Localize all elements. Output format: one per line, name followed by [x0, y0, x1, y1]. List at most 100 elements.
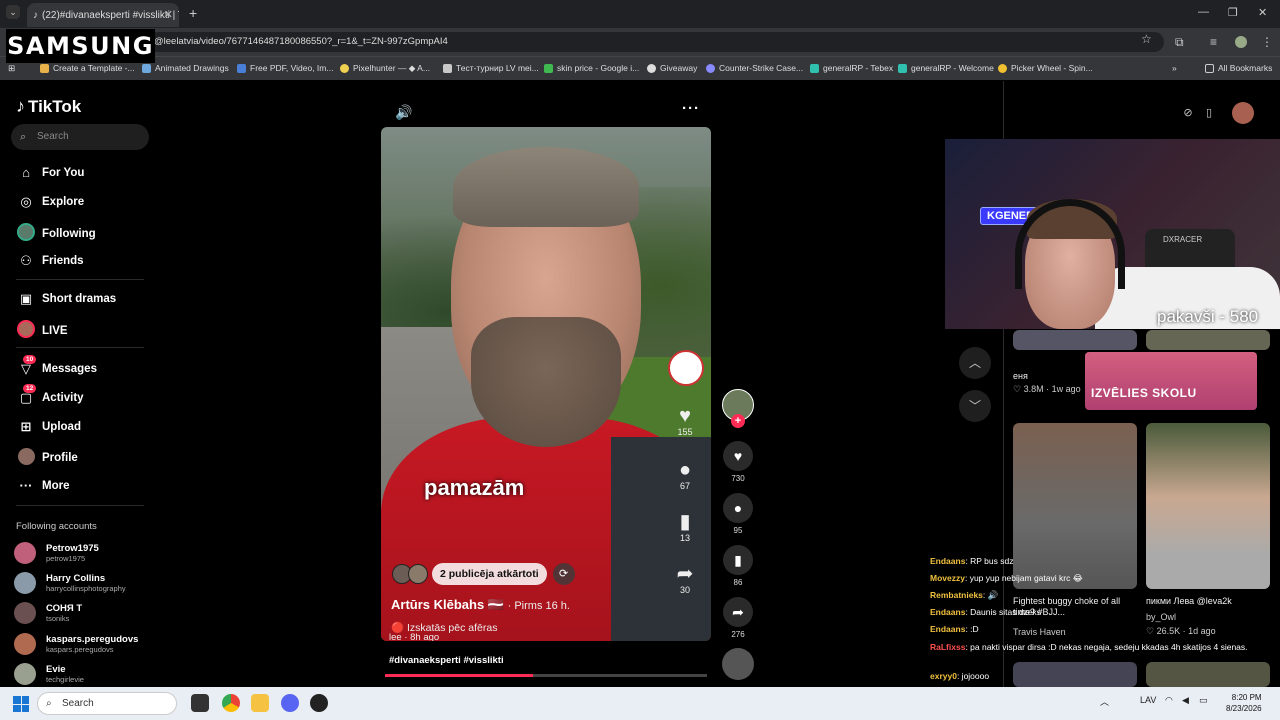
taskbar-search[interactable]: ⌕ Search	[37, 692, 177, 715]
bookmark-item[interactable]: Counter-Strike Case...	[706, 63, 803, 73]
browser-menu-icon[interactable]: ⋮	[1261, 35, 1273, 49]
close-tab-icon[interactable]: ✕	[164, 8, 173, 21]
tiktok-note-icon: ♪	[16, 96, 25, 116]
wifi-icon[interactable]: ◠	[1165, 695, 1173, 706]
video-caption: pamazām	[424, 475, 525, 500]
app-icon[interactable]	[310, 694, 328, 712]
share-icon: ➦	[676, 563, 694, 585]
tiktok-logo[interactable]: ♪ TikTok	[16, 96, 81, 117]
taskbar-clock[interactable]: 8:20 PM 8/23/2026	[1226, 692, 1262, 714]
close-window-icon[interactable]: ✕	[1258, 6, 1267, 19]
repost-pill[interactable]: 2 publicēja atkārtoti	[432, 563, 547, 585]
video-player[interactable]: pamazām ♥ 155 ● 67 ▮ 13 ➦ 30 2 publicēja atk…	[381, 127, 711, 641]
avatar	[14, 663, 36, 685]
account-item[interactable]: Evie techgirlevie	[14, 663, 84, 685]
account-item[interactable]: Harry Collins harrycollinsphotography	[14, 572, 126, 594]
windows-start-icon[interactable]	[13, 696, 29, 712]
bookmark-item[interactable]: Animated Drawings	[142, 63, 229, 73]
bookmark-item[interactable]: Pixelhunter — ◆ A...	[340, 63, 430, 74]
stream-counter: pakavši - 580	[1157, 307, 1259, 326]
minimize-icon[interactable]: —	[1198, 6, 1209, 18]
tab-search-icon[interactable]: ⌄	[6, 5, 20, 19]
tab-title: (22)#divanaeksperti #visslikti | T	[42, 9, 179, 21]
video-thumbnail[interactable]	[1146, 330, 1270, 350]
bookmark-item[interactable]: skin price - Google i...	[544, 63, 639, 73]
all-bookmarks[interactable]: All Bookmarks	[1205, 63, 1272, 73]
browser-tab-strip: ⌄ ♪ (22)#divanaeksperti #visslikti | T ✕…	[0, 0, 1280, 28]
nav-for-you[interactable]: ⌂ For You	[16, 165, 84, 180]
tiktok-favicon-icon: ♪	[33, 9, 38, 21]
nav-friends[interactable]: ⚇ Friends	[16, 253, 83, 269]
bookmark-item[interactable]: Create a Template -...	[40, 63, 135, 73]
bookmark-item[interactable]: generalRP - Welcome	[898, 63, 994, 73]
address-bar: @leelatvia/video/7677146487180086550?_r=…	[0, 28, 1280, 56]
more-options-icon[interactable]: ···	[682, 100, 700, 117]
chat-message: Rembatnieks: 🔊	[930, 590, 999, 600]
volume-icon[interactable]: ◀	[1182, 695, 1189, 706]
bookmark-item[interactable]: Тест-турнир LV mei...	[443, 63, 539, 73]
extensions-icon[interactable]: ⧉	[1175, 35, 1184, 50]
bookmark-item[interactable]: Free PDF, Video, Im...	[237, 63, 333, 73]
search-icon: ⌕	[46, 698, 52, 709]
bookmark-item[interactable]: generalRP - Tebex	[810, 63, 893, 73]
bookmark-item[interactable]: Picker Wheel - Spin...	[998, 63, 1093, 73]
compass-icon[interactable]: ⊘	[1177, 102, 1199, 124]
nav-messages[interactable]: ▽ 10 Messages	[16, 355, 97, 377]
user-avatar[interactable]	[1232, 102, 1254, 124]
apps-icon[interactable]: ⊞	[8, 63, 15, 74]
nav-activity[interactable]: ▢ 12 Activity	[16, 384, 84, 406]
chrome-icon[interactable]	[222, 694, 240, 712]
friends-icon: ⚇	[20, 253, 32, 268]
embedded-share: ➦ 30	[670, 563, 700, 595]
save-button[interactable]: ▮ 86	[722, 545, 754, 587]
like-button[interactable]: ♥ 730	[722, 441, 754, 483]
nav-more[interactable]: ··· More	[16, 478, 70, 493]
nav-upload[interactable]: ⊞ Upload	[16, 419, 81, 435]
volume-icon[interactable]: 🔊	[395, 104, 412, 121]
live-icon	[16, 320, 36, 341]
nav-short-dramas[interactable]: ▣ Short dramas	[16, 291, 116, 307]
file-explorer-icon[interactable]	[251, 694, 269, 712]
bookmark-item[interactable]: Giveaway	[647, 63, 697, 73]
nav-divider	[16, 347, 144, 348]
more-bookmarks-icon[interactable]: »	[1172, 63, 1177, 73]
url-field[interactable]: @leelatvia/video/7677146487180086550?_r=…	[148, 32, 1164, 52]
bookmark-star-icon[interactable]: ☆	[1141, 32, 1152, 46]
heart-icon: ♥	[723, 441, 753, 471]
previous-video-icon[interactable]: ︿	[959, 347, 991, 379]
account-item[interactable]: Petrow1975 petrow1975	[14, 542, 99, 564]
account-item[interactable]: kaspars.peregudovs kaspars.peregudovs	[14, 633, 138, 655]
search-input[interactable]: ⌕ Search	[11, 124, 149, 150]
follow-plus-icon[interactable]: +	[731, 414, 745, 428]
browser-tab[interactable]: ♪ (22)#divanaeksperti #visslikti | T ✕	[27, 3, 179, 27]
video-hashtags[interactable]: #divanaeksperti #visslikti	[389, 655, 504, 666]
nav-following[interactable]: Following	[16, 223, 96, 244]
battery-icon[interactable]: ▭	[1199, 695, 1208, 706]
profile-avatar[interactable]	[1235, 36, 1247, 48]
comment-button[interactable]: ● 95	[722, 493, 754, 535]
phone-icon[interactable]: ▯	[1198, 102, 1220, 124]
stream-banner: IZVĒLIES SKOLU	[1085, 352, 1257, 410]
nav-live[interactable]: LIVE	[16, 320, 68, 341]
avatar	[408, 564, 428, 584]
nav-explore[interactable]: ◎ Explore	[16, 194, 84, 210]
discord-icon[interactable]	[281, 694, 299, 712]
language-indicator[interactable]: LAV	[1140, 695, 1156, 705]
music-disc[interactable]	[722, 648, 754, 680]
video-author[interactable]: Artūrs Klēbahs 🇱🇻 · Pirms 16 h.	[391, 597, 570, 613]
chat-message: Endaans: :D	[930, 624, 979, 634]
task-view-icon[interactable]	[191, 694, 209, 712]
account-item[interactable]: СОНЯ Тtsoniks	[14, 602, 82, 624]
tiktok-sidebar: ♪ TikTok ⌕ Search ⌂ For You ◎ Explore Follow…	[0, 81, 160, 687]
restore-icon[interactable]: ❐	[1228, 6, 1238, 19]
nav-profile[interactable]: Profile	[16, 448, 78, 468]
repost-icon[interactable]: ⟳	[552, 563, 575, 585]
new-tab-icon[interactable]: +	[189, 5, 197, 21]
video-progress-bar[interactable]	[385, 674, 707, 677]
share-button[interactable]: ➦ 276	[722, 597, 754, 639]
video-thumbnail[interactable]	[1013, 330, 1137, 350]
next-video-icon[interactable]: ﹀	[959, 390, 991, 422]
tray-chevron-icon[interactable]: ︿	[1100, 695, 1109, 708]
comment-icon: ●	[678, 459, 692, 481]
reading-list-icon[interactable]: ≡	[1210, 35, 1217, 49]
